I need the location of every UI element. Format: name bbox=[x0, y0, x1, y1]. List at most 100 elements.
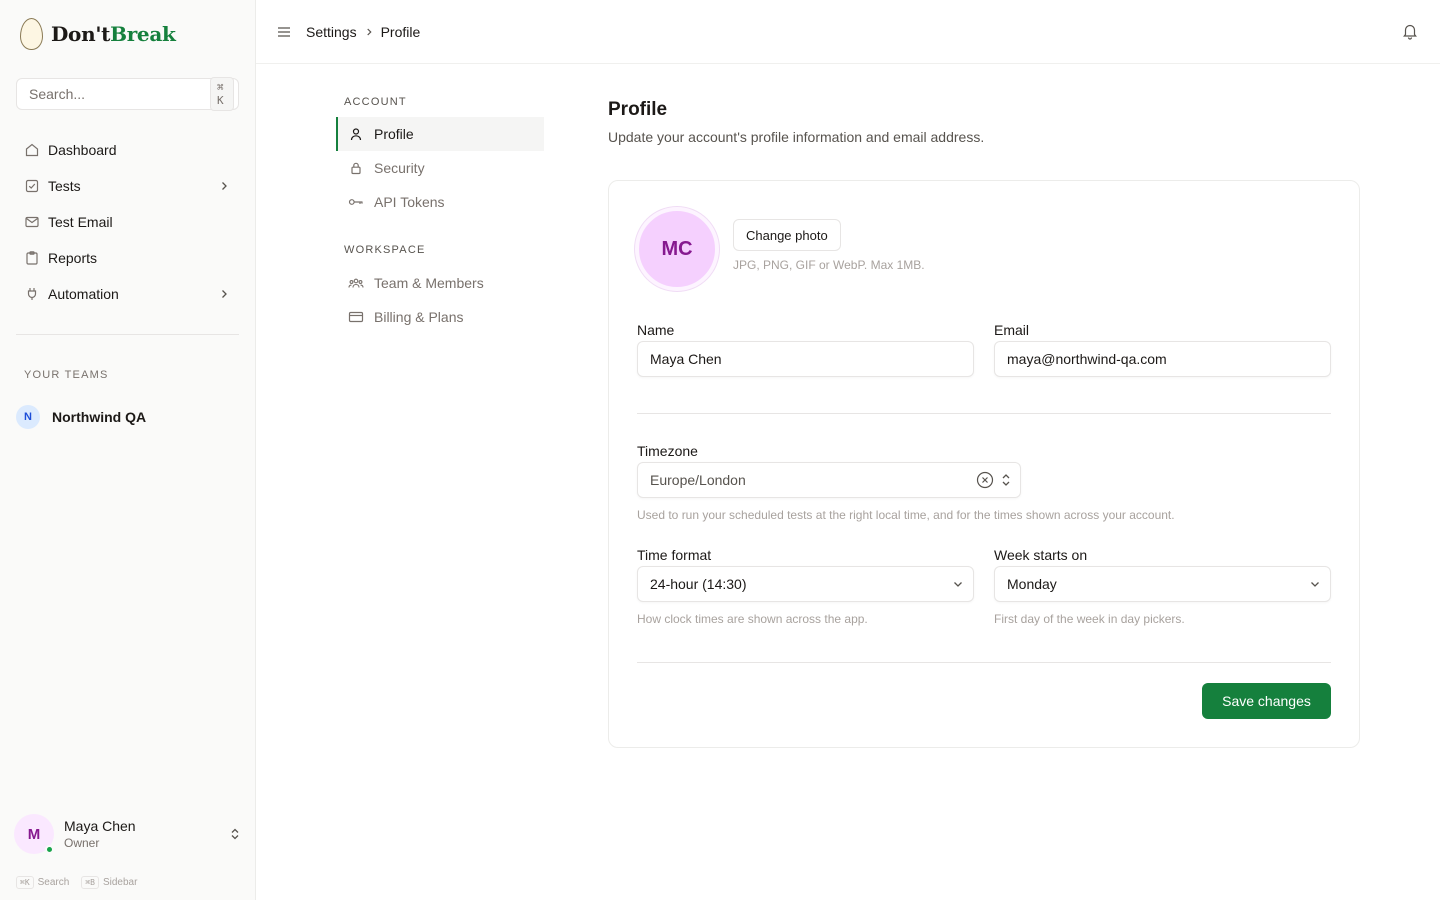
user-menu[interactable]: M Maya Chen Owner bbox=[14, 814, 242, 854]
brand-name: Don'tBreak bbox=[51, 22, 176, 46]
save-button[interactable]: Save changes bbox=[1202, 683, 1331, 719]
timezone-value: Europe/London bbox=[650, 472, 746, 488]
chevron-up-down-icon[interactable] bbox=[228, 827, 242, 841]
nav-item-test-email[interactable]: Test Email bbox=[16, 204, 239, 240]
settings-item-label: Profile bbox=[374, 126, 414, 142]
team-avatar: N bbox=[16, 405, 40, 429]
sidebar-search[interactable]: ⌘ K bbox=[16, 77, 239, 111]
timezone-select[interactable]: Europe/London bbox=[637, 462, 1021, 498]
profile-card: MC Change photo JPG, PNG, GIF or WebP. M… bbox=[608, 180, 1360, 748]
week-start-hint: First day of the week in day pickers. bbox=[994, 612, 1185, 626]
brand-name-part2: Break bbox=[110, 22, 176, 46]
footer-divider bbox=[637, 662, 1331, 663]
breadcrumb: Settings Profile bbox=[306, 24, 420, 40]
settings-item-label: Security bbox=[374, 160, 425, 176]
settings-item-label: Team & Members bbox=[374, 275, 484, 291]
time-format-select[interactable]: 24-hour (14:30) bbox=[637, 566, 974, 602]
chevron-down-icon bbox=[1308, 577, 1322, 591]
search-shortcut-badge: ⌘ K bbox=[210, 77, 234, 111]
settings-nav: ACCOUNT Profile Security API Tokens WORK… bbox=[336, 96, 544, 334]
timezone-hint: Used to run your scheduled tests at the … bbox=[637, 508, 1175, 522]
timezone-label: Timezone bbox=[637, 443, 698, 459]
nav-item-label: Dashboard bbox=[48, 142, 117, 158]
team-name: Northwind QA bbox=[52, 409, 147, 425]
change-photo-button[interactable]: Change photo bbox=[733, 219, 841, 251]
teams-heading: YOUR TEAMS bbox=[24, 369, 109, 381]
settings-item-api-tokens[interactable]: API Tokens bbox=[336, 185, 544, 219]
nav-item-label: Tests bbox=[48, 178, 81, 194]
avatar: M bbox=[14, 814, 54, 854]
settings-item-label: Billing & Plans bbox=[374, 309, 464, 325]
checkbox-icon bbox=[24, 178, 40, 194]
settings-section-heading: ACCOUNT bbox=[344, 96, 407, 108]
shortcut-key: ⌘K bbox=[16, 876, 34, 889]
settings-section-heading: WORKSPACE bbox=[344, 244, 426, 256]
page-subtitle: Update your account's profile informatio… bbox=[608, 129, 985, 145]
section-divider bbox=[637, 413, 1331, 414]
settings-item-security[interactable]: Security bbox=[336, 151, 544, 185]
avatar-initial: M bbox=[27, 825, 41, 843]
week-start-label: Week starts on bbox=[994, 547, 1088, 563]
online-status-dot bbox=[45, 845, 54, 854]
settings-item-billing-plans[interactable]: Billing & Plans bbox=[336, 300, 544, 334]
menu-toggle-icon[interactable] bbox=[274, 22, 294, 42]
sidebar-divider bbox=[16, 334, 239, 335]
user-info: Maya Chen Owner bbox=[64, 818, 228, 850]
nav-item-dashboard[interactable]: Dashboard bbox=[16, 132, 239, 168]
credit-card-icon bbox=[348, 309, 364, 325]
chevron-right-icon[interactable] bbox=[217, 287, 231, 301]
name-field[interactable] bbox=[637, 341, 974, 377]
nav-item-automation[interactable]: Automation bbox=[16, 276, 239, 312]
time-format-value: 24-hour (14:30) bbox=[650, 576, 747, 592]
nav-item-reports[interactable]: Reports bbox=[16, 240, 239, 276]
shortcut-sidebar: ⌘B Sidebar bbox=[81, 876, 137, 889]
team-item-northwind-qa[interactable]: N Northwind QA bbox=[16, 405, 146, 429]
chevron-up-down-icon bbox=[1000, 472, 1012, 488]
breadcrumb-profile: Profile bbox=[380, 23, 421, 40]
shortcut-label: Sidebar bbox=[102, 877, 138, 888]
keyboard-shortcuts: ⌘K Search ⌘B Sidebar bbox=[16, 876, 137, 889]
settings-item-team-members[interactable]: Team & Members bbox=[336, 266, 544, 300]
name-label: Name bbox=[637, 322, 675, 338]
shortcut-label: Search bbox=[37, 877, 70, 888]
nav-item-tests[interactable]: Tests bbox=[16, 168, 239, 204]
sidebar: Don'tBreak ⌘ K Dashboard Tests Test Emai… bbox=[0, 0, 256, 900]
user-name: Maya Chen bbox=[64, 818, 136, 834]
top-bar: Settings Profile bbox=[256, 0, 1440, 64]
main-nav: Dashboard Tests Test Email Reports Autom… bbox=[16, 132, 239, 312]
settings-item-profile[interactable]: Profile bbox=[336, 117, 544, 151]
brand-name-part1: Don't bbox=[51, 22, 111, 46]
nav-item-label: Test Email bbox=[48, 214, 113, 230]
email-field[interactable] bbox=[994, 341, 1331, 377]
chevron-down-icon bbox=[951, 577, 965, 591]
plug-icon bbox=[24, 286, 40, 302]
shortcut-search: ⌘K Search bbox=[16, 876, 69, 889]
shortcut-key: ⌘B bbox=[81, 876, 99, 889]
home-icon bbox=[24, 142, 40, 158]
page-title: Profile bbox=[608, 99, 668, 120]
clipboard-icon bbox=[24, 250, 40, 266]
week-start-select[interactable]: Monday bbox=[994, 566, 1331, 602]
chevron-right-icon bbox=[363, 26, 375, 38]
time-format-hint: How clock times are shown across the app… bbox=[637, 612, 868, 626]
email-label: Email bbox=[994, 322, 1030, 338]
settings-item-label: API Tokens bbox=[374, 194, 445, 210]
egg-logo-icon bbox=[20, 18, 43, 50]
chevron-right-icon[interactable] bbox=[217, 179, 231, 193]
nav-item-label: Reports bbox=[48, 250, 98, 266]
time-format-label: Time format bbox=[637, 547, 712, 563]
bell-icon[interactable] bbox=[1402, 22, 1418, 43]
week-start-value: Monday bbox=[1007, 576, 1057, 592]
nav-item-label: Automation bbox=[48, 286, 119, 302]
breadcrumb-settings[interactable]: Settings bbox=[306, 24, 357, 40]
key-icon bbox=[348, 194, 364, 210]
mail-icon bbox=[24, 214, 40, 230]
search-input[interactable] bbox=[29, 86, 210, 102]
clear-icon[interactable] bbox=[976, 471, 994, 489]
brand-logo[interactable]: Don'tBreak bbox=[20, 18, 176, 50]
lock-icon bbox=[348, 160, 364, 176]
users-icon bbox=[348, 275, 364, 291]
user-icon bbox=[348, 126, 364, 142]
profile-avatar[interactable]: MC bbox=[635, 207, 719, 291]
photo-hint: JPG, PNG, GIF or WebP. Max 1MB. bbox=[733, 258, 925, 272]
